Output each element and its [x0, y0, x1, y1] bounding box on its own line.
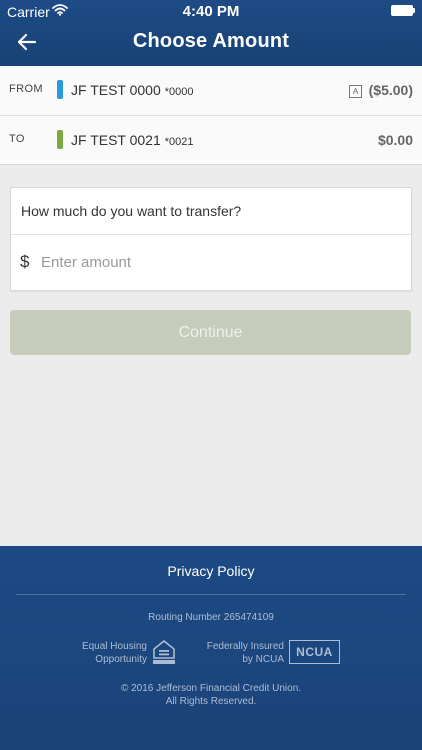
routing-number: Routing Number 265474109	[148, 612, 274, 623]
ncua-logo: NCUA	[289, 640, 340, 664]
account-summary: FROM JF TEST 0000 *0000 A ($5.00) TO JF T…	[0, 66, 422, 165]
amount-card: How much do you want to transfer? $	[10, 187, 412, 291]
ncua-insured-text: Federally Insured by NCUA	[200, 640, 284, 666]
status-time: 4:40 PM	[182, 3, 240, 20]
page-title: Choose Amount	[132, 30, 290, 52]
footer-divider	[16, 594, 406, 595]
status-bar: Carrier 4:40 PM	[0, 0, 422, 22]
from-account-color-indicator	[57, 80, 63, 99]
currency-symbol: $	[20, 252, 30, 271]
battery-icon	[391, 5, 415, 16]
to-account-color-indicator	[57, 130, 63, 149]
ncua-line2: by NCUA	[242, 654, 284, 665]
equal-housing-text: Equal Housing Opportunity	[70, 640, 147, 666]
from-account-name-text: JF TEST 0000	[71, 82, 161, 98]
to-account-row[interactable]: TO JF TEST 0021 *0021 $0.00	[0, 116, 422, 165]
from-account-name: JF TEST 0000 *0000	[71, 82, 194, 98]
copyright-line2: All Rights Reserved.	[165, 696, 257, 707]
to-account-number: *0021	[164, 136, 194, 148]
account-type-badge: A	[349, 85, 362, 98]
to-account-name-text: JF TEST 0021	[71, 132, 161, 148]
equal-housing-line1: Equal Housing	[81, 641, 147, 652]
footer: Privacy Policy Routing Number 265474109 …	[0, 546, 422, 750]
equal-housing-lender-icon	[152, 639, 176, 665]
privacy-policy-link[interactable]: Privacy Policy	[0, 563, 422, 579]
from-account-number: *0000	[164, 86, 194, 98]
equal-housing-line2: Opportunity	[95, 654, 147, 665]
to-account-balance: $0.00	[377, 132, 413, 148]
from-account-balance: ($5.00)	[368, 82, 413, 98]
to-account-name: JF TEST 0021 *0021	[71, 132, 194, 148]
from-account-row[interactable]: FROM JF TEST 0000 *0000 A ($5.00)	[0, 66, 422, 116]
transfer-question: How much do you want to transfer?	[21, 203, 242, 219]
from-label: FROM	[9, 83, 43, 95]
copyright-line1: © 2016 Jefferson Financial Credit Union.	[120, 683, 302, 694]
copyright: © 2016 Jefferson Financial Credit Union.…	[0, 682, 422, 708]
amount-input[interactable]	[41, 248, 401, 276]
ncua-line1: Federally Insured	[206, 641, 284, 652]
card-divider	[11, 234, 411, 235]
app-header: Carrier 4:40 PM Choose Amount	[0, 0, 422, 66]
continue-button[interactable]: Continue	[10, 310, 411, 355]
to-label: TO	[9, 133, 25, 145]
